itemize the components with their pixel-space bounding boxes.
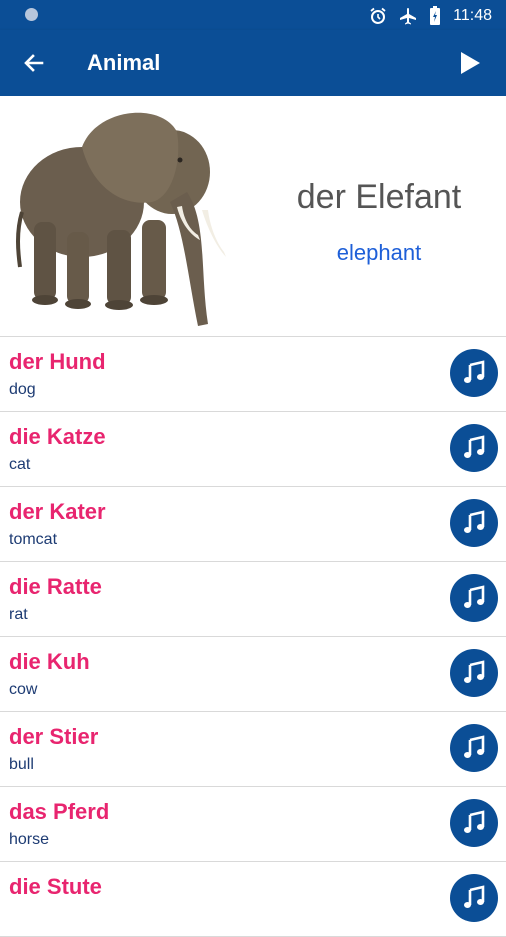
music-note-icon bbox=[464, 435, 485, 458]
music-note-icon bbox=[464, 585, 485, 608]
play-all-button[interactable] bbox=[454, 47, 486, 79]
back-arrow-icon bbox=[24, 54, 44, 72]
music-note-icon bbox=[464, 360, 485, 383]
airplane-icon bbox=[400, 8, 417, 25]
featured-word-card[interactable]: der Elefant elephant bbox=[0, 96, 506, 337]
word-label: die Ratte bbox=[9, 574, 102, 599]
translation-label: cat bbox=[9, 456, 31, 473]
notification-dot-icon bbox=[25, 8, 38, 21]
word-label: der Stier bbox=[9, 724, 99, 749]
music-note-icon bbox=[464, 885, 485, 908]
translation-label: rat bbox=[9, 606, 28, 623]
battery-icon bbox=[430, 6, 441, 25]
translation-label: dog bbox=[9, 381, 36, 398]
music-note-icon bbox=[464, 510, 485, 533]
translation-label: cow bbox=[9, 681, 38, 698]
play-sound-button[interactable] bbox=[450, 799, 498, 847]
word-label: die Stute bbox=[9, 874, 102, 899]
play-sound-button[interactable] bbox=[450, 874, 498, 922]
play-sound-button[interactable] bbox=[450, 649, 498, 697]
word-label: das Pferd bbox=[9, 799, 110, 824]
word-label: die Kuh bbox=[9, 649, 90, 674]
page-title: Animal bbox=[87, 50, 161, 75]
list-item[interactable]: die Katze cat bbox=[0, 412, 506, 487]
back-button[interactable] bbox=[18, 47, 50, 79]
list-item[interactable]: die Ratte rat bbox=[0, 562, 506, 637]
play-icon bbox=[461, 52, 480, 74]
music-note-icon bbox=[464, 810, 485, 833]
music-note-icon bbox=[464, 735, 485, 758]
word-label: die Katze bbox=[9, 424, 106, 449]
play-sound-button[interactable] bbox=[450, 349, 498, 397]
status-bar: 11:48 bbox=[0, 0, 506, 30]
play-sound-button[interactable] bbox=[450, 574, 498, 622]
elephant-image bbox=[16, 112, 226, 326]
alarm-icon bbox=[370, 7, 386, 24]
list-item[interactable]: der Hund dog bbox=[0, 337, 506, 412]
translation-label: tomcat bbox=[9, 531, 58, 548]
app-bar: Animal bbox=[0, 30, 506, 96]
word-label: der Kater bbox=[9, 499, 106, 524]
status-icons: 11:48 bbox=[369, 6, 492, 26]
list-item[interactable]: die Kuh cow bbox=[0, 637, 506, 712]
featured-translation: elephant bbox=[336, 240, 422, 265]
translation-label: horse bbox=[9, 831, 50, 848]
play-sound-button[interactable] bbox=[450, 724, 498, 772]
list-item[interactable]: das Pferd horse bbox=[0, 787, 506, 862]
word-label: der Hund bbox=[9, 349, 106, 374]
status-time: 11:48 bbox=[453, 7, 492, 24]
list-item[interactable]: der Stier bull bbox=[0, 712, 506, 787]
play-sound-button[interactable] bbox=[450, 424, 498, 472]
play-sound-button[interactable] bbox=[450, 499, 498, 547]
vocabulary-list: der Hund dog die Katze cat der Kater tom… bbox=[0, 337, 506, 937]
featured-word: der Elefant bbox=[296, 178, 462, 216]
list-item[interactable]: der Kater tomcat bbox=[0, 487, 506, 562]
music-note-icon bbox=[464, 660, 485, 683]
translation-label: bull bbox=[9, 756, 34, 773]
